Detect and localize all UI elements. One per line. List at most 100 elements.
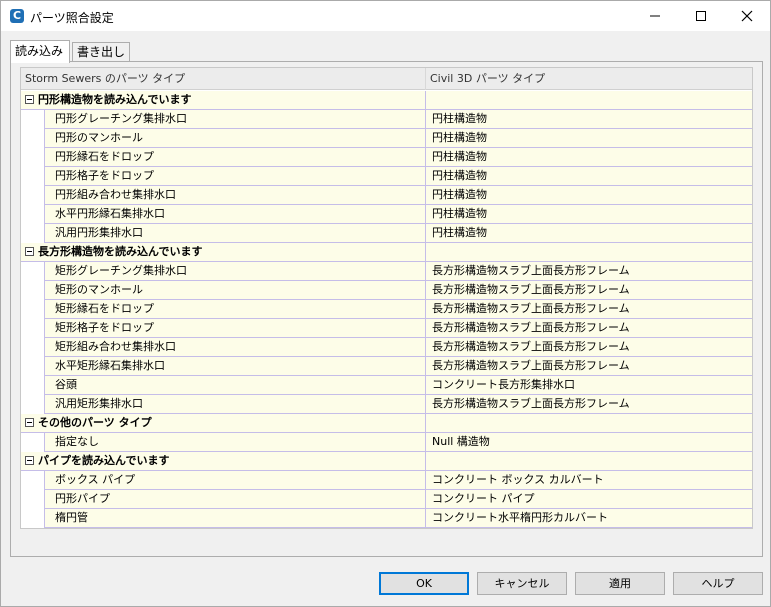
civil3d-part-type-cell[interactable]: コンクリート ボックス カルバート bbox=[426, 471, 752, 489]
cell-text: 円形グレーチング集排水口 bbox=[55, 112, 187, 125]
column-header-storm-sewers-part-type[interactable]: Storm Sewers のパーツ タイプ bbox=[21, 68, 426, 90]
civil3d-part-type-cell[interactable]: コンクリート長方形集排水口 bbox=[426, 376, 752, 394]
table-row[interactable]: 円形パイプ コンクリート パイプ bbox=[21, 490, 752, 509]
group-row[interactable]: パイプを読み込んでいます bbox=[21, 452, 752, 471]
civil3d-app-icon: C bbox=[10, 9, 24, 23]
table-row[interactable]: 円形グレーチング集排水口 円柱構造物 bbox=[21, 110, 752, 129]
storm-sewers-part-type-cell: 矩形のマンホール bbox=[21, 281, 426, 299]
table-row[interactable]: 矩形格子をドロップ 長方形構造物スラブ上面長方形フレーム bbox=[21, 319, 752, 338]
storm-sewers-part-type-cell: 円形パイプ bbox=[21, 490, 426, 508]
civil3d-part-type-cell[interactable]: 長方形構造物スラブ上面長方形フレーム bbox=[426, 262, 752, 280]
civil3d-part-type-cell[interactable]: 長方形構造物スラブ上面長方形フレーム bbox=[426, 281, 752, 299]
table-row[interactable]: 円形のマンホール 円柱構造物 bbox=[21, 129, 752, 148]
ok-button[interactable]: OK bbox=[379, 572, 469, 595]
civil3d-part-type-cell[interactable]: Null 構造物 bbox=[426, 433, 752, 451]
storm-sewers-part-type-cell: 矩形縁石をドロップ bbox=[21, 300, 426, 318]
civil3d-part-type-cell[interactable]: 長方形構造物スラブ上面長方形フレーム bbox=[426, 338, 752, 356]
civil3d-part-type-cell[interactable]: 長方形構造物スラブ上面長方形フレーム bbox=[426, 357, 752, 375]
maximize-icon bbox=[696, 11, 706, 21]
table-row[interactable]: ボックス パイプ コンクリート ボックス カルバート bbox=[21, 471, 752, 490]
cell-text: ボックス パイプ bbox=[55, 473, 136, 486]
table-row[interactable]: 矩形縁石をドロップ 長方形構造物スラブ上面長方形フレーム bbox=[21, 300, 752, 319]
cell-text: 長方形構造物を読み込んでいます bbox=[38, 245, 203, 258]
collapse-icon[interactable] bbox=[25, 94, 34, 104]
collapse-icon[interactable] bbox=[25, 455, 34, 465]
civil3d-part-type-cell[interactable]: 円柱構造物 bbox=[426, 186, 752, 204]
table-row[interactable]: 矩形のマンホール 長方形構造物スラブ上面長方形フレーム bbox=[21, 281, 752, 300]
cell-text: 指定なし bbox=[55, 435, 99, 448]
table-row[interactable]: 円形縁石をドロップ 円柱構造物 bbox=[21, 148, 752, 167]
table-row[interactable]: 水平矩形縁石集排水口 長方形構造物スラブ上面長方形フレーム bbox=[21, 357, 752, 376]
storm-sewers-part-type-cell: ボックス パイプ bbox=[21, 471, 426, 489]
cell-text: 円形構造物を読み込んでいます bbox=[38, 93, 192, 106]
table-row[interactable]: 汎用矩形集排水口 長方形構造物スラブ上面長方形フレーム bbox=[21, 395, 752, 414]
cell-text: 矩形縁石をドロップ bbox=[55, 302, 154, 315]
storm-sewers-part-type-cell: 汎用円形集排水口 bbox=[21, 224, 426, 242]
storm-sewers-part-type-cell: 楕円管 bbox=[21, 509, 426, 527]
table-row[interactable]: 矩形グレーチング集排水口 長方形構造物スラブ上面長方形フレーム bbox=[21, 262, 752, 281]
civil3d-part-type-cell bbox=[426, 243, 752, 261]
cell-text: 円形パイプ bbox=[55, 492, 110, 505]
storm-sewers-part-type-cell: 円形縁石をドロップ bbox=[21, 148, 426, 166]
group-row[interactable]: 円形構造物を読み込んでいます bbox=[21, 91, 752, 110]
minimize-icon bbox=[650, 15, 660, 17]
table-row[interactable]: 指定なし Null 構造物 bbox=[21, 433, 752, 452]
cell-text: 谷頭 bbox=[55, 378, 77, 391]
collapse-icon[interactable] bbox=[25, 246, 34, 256]
civil3d-part-type-cell[interactable]: 円柱構造物 bbox=[426, 224, 752, 242]
storm-sewers-part-type-cell: 円形グレーチング集排水口 bbox=[21, 110, 426, 128]
storm-sewers-part-type-cell: 円形のマンホール bbox=[21, 129, 426, 147]
cell-text: 矩形格子をドロップ bbox=[55, 321, 154, 334]
cell-text: 矩形グレーチング集排水口 bbox=[55, 264, 187, 277]
table-row[interactable]: 円形組み合わせ集排水口 円柱構造物 bbox=[21, 186, 752, 205]
civil3d-part-type-cell[interactable]: 円柱構造物 bbox=[426, 129, 752, 147]
dialog-window: C パーツ照合設定 読み込み 書き出し Storm Sewers のパーツ タイ… bbox=[0, 0, 771, 607]
apply-button[interactable]: 適用 bbox=[575, 572, 665, 595]
minimize-button[interactable] bbox=[632, 1, 678, 31]
grid-header: Storm Sewers のパーツ タイプ Civil 3D パーツ タイプ bbox=[21, 68, 752, 90]
table-row[interactable]: 矩形組み合わせ集排水口 長方形構造物スラブ上面長方形フレーム bbox=[21, 338, 752, 357]
group-label: 円形構造物を読み込んでいます bbox=[21, 91, 426, 109]
civil3d-part-type-cell[interactable]: 円柱構造物 bbox=[426, 110, 752, 128]
table-row[interactable]: 水平円形縁石集排水口 円柱構造物 bbox=[21, 205, 752, 224]
tab-import[interactable]: 読み込み bbox=[10, 40, 70, 63]
cell-text: 汎用矩形集排水口 bbox=[55, 397, 143, 410]
civil3d-part-type-cell[interactable]: 円柱構造物 bbox=[426, 167, 752, 185]
cell-text: 水平円形縁石集排水口 bbox=[55, 207, 165, 220]
table-row[interactable]: 円形格子をドロップ 円柱構造物 bbox=[21, 167, 752, 186]
cell-text: 円形格子をドロップ bbox=[55, 169, 154, 182]
tab-export[interactable]: 書き出し bbox=[72, 42, 130, 62]
storm-sewers-part-type-cell: 水平矩形縁石集排水口 bbox=[21, 357, 426, 375]
column-header-civil3d-part-type[interactable]: Civil 3D パーツ タイプ bbox=[426, 68, 752, 90]
group-label: パイプを読み込んでいます bbox=[21, 452, 426, 470]
title-bar[interactable]: C パーツ照合設定 bbox=[1, 1, 770, 31]
cell-text: 円形縁石をドロップ bbox=[55, 150, 154, 163]
collapse-icon[interactable] bbox=[25, 417, 34, 427]
table-row[interactable]: 楕円管 コンクリート水平楕円形カルバート bbox=[21, 509, 752, 528]
cell-text: パイプを読み込んでいます bbox=[38, 454, 170, 467]
table-row[interactable]: 谷頭 コンクリート長方形集排水口 bbox=[21, 376, 752, 395]
civil3d-part-type-cell[interactable]: コンクリート水平楕円形カルバート bbox=[426, 509, 752, 527]
civil3d-part-type-cell[interactable]: 長方形構造物スラブ上面長方形フレーム bbox=[426, 395, 752, 413]
table-row[interactable]: 汎用円形集排水口 円柱構造物 bbox=[21, 224, 752, 243]
civil3d-part-type-cell[interactable]: 円柱構造物 bbox=[426, 205, 752, 223]
maximize-button[interactable] bbox=[678, 1, 724, 31]
cell-text: 矩形のマンホール bbox=[55, 283, 143, 296]
civil3d-part-type-cell bbox=[426, 452, 752, 470]
help-button[interactable]: ヘルプ bbox=[673, 572, 763, 595]
civil3d-part-type-cell[interactable]: 長方形構造物スラブ上面長方形フレーム bbox=[426, 319, 752, 337]
civil3d-part-type-cell[interactable]: 長方形構造物スラブ上面長方形フレーム bbox=[426, 300, 752, 318]
storm-sewers-part-type-cell: 矩形格子をドロップ bbox=[21, 319, 426, 337]
close-icon bbox=[741, 10, 753, 22]
group-label: 長方形構造物を読み込んでいます bbox=[21, 243, 426, 261]
group-row[interactable]: その他のパーツ タイプ bbox=[21, 414, 752, 433]
civil3d-part-type-cell[interactable]: コンクリート パイプ bbox=[426, 490, 752, 508]
close-button[interactable] bbox=[724, 1, 770, 31]
civil3d-part-type-cell[interactable]: 円柱構造物 bbox=[426, 148, 752, 166]
cell-text: 矩形組み合わせ集排水口 bbox=[55, 340, 176, 353]
part-mapping-grid[interactable]: Storm Sewers のパーツ タイプ Civil 3D パーツ タイプ 円… bbox=[20, 67, 753, 529]
civil3d-part-type-cell bbox=[426, 414, 752, 432]
cancel-button[interactable]: キャンセル bbox=[477, 572, 567, 595]
cell-text: 楕円管 bbox=[55, 511, 88, 524]
group-row[interactable]: 長方形構造物を読み込んでいます bbox=[21, 243, 752, 262]
